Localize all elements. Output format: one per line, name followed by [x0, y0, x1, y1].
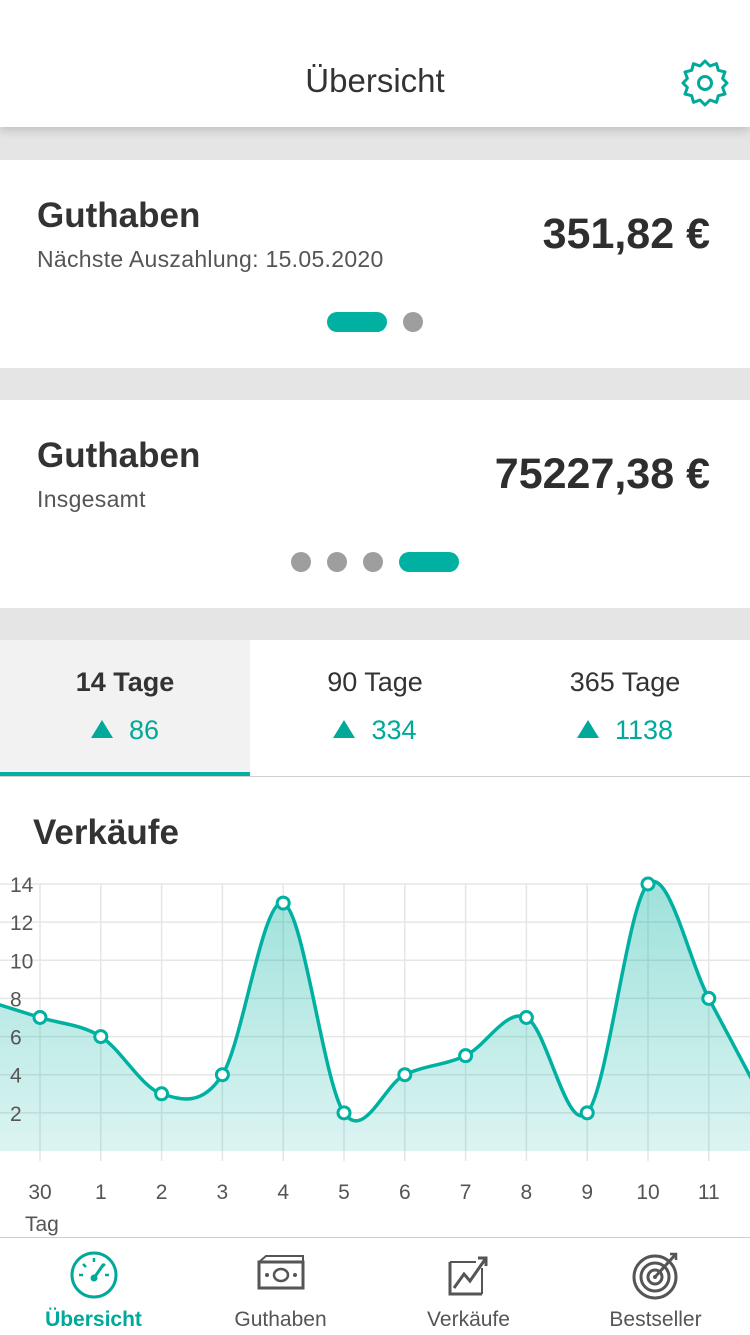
bottom-tab-bar: Übersicht Guthaben Verkäufe Bestseller — [0, 1237, 750, 1335]
y-tick-label: 10 — [10, 950, 33, 973]
tabbar-item-verkaeufe[interactable]: Verkäufe — [375, 1238, 562, 1335]
navigation-bar: Übersicht — [0, 0, 750, 127]
data-point[interactable] — [93, 1029, 109, 1045]
x-axis-label: Tag — [25, 1213, 59, 1236]
y-tick-label: 6 — [10, 1027, 22, 1050]
triangle-up-icon — [576, 720, 599, 738]
tab-value: 1138 — [614, 715, 674, 745]
tabbar-item-uebersicht[interactable]: Übersicht — [0, 1238, 187, 1335]
y-tick-label: 4 — [10, 1065, 22, 1088]
trend-chart-icon — [448, 1256, 488, 1296]
tab-90-days[interactable]: 90 Tage 334 — [250, 640, 500, 775]
triangle-up-icon — [333, 720, 356, 738]
x-tick-label: 7 — [460, 1181, 472, 1204]
data-point[interactable] — [154, 1086, 170, 1102]
data-point[interactable] — [397, 1067, 413, 1083]
sales-chart-section: Verkäufe 2 4 6 8 10 12 14 30 1 2 3 4 5 6 7 8 9 10 11 Tag — [0, 777, 750, 1237]
speedometer-icon — [70, 1251, 118, 1299]
y-tick-label: 8 — [10, 988, 22, 1011]
tab-value-row: 86 — [0, 715, 250, 746]
page-dot[interactable] — [291, 552, 311, 572]
tab-label: 365 Tage — [569, 667, 681, 697]
tabbar-label: Verkäufe — [427, 1308, 510, 1331]
x-tick-label: 6 — [399, 1181, 411, 1204]
balance-amount: 351,82 € — [542, 210, 710, 258]
data-point[interactable] — [518, 1010, 534, 1025]
x-tick-label: 30 — [28, 1181, 51, 1204]
y-tick-label: 12 — [10, 912, 33, 935]
tab-value: 334 — [371, 715, 417, 745]
page-indicator[interactable] — [0, 312, 750, 332]
page-dot[interactable] — [363, 552, 383, 572]
page-indicator[interactable] — [0, 552, 750, 572]
gear-icon — [681, 59, 729, 107]
page-dot-active[interactable] — [327, 312, 387, 332]
x-tick-label: 9 — [581, 1181, 593, 1204]
y-tick-label: 2 — [10, 1103, 22, 1126]
tabbar-item-bestseller[interactable]: Bestseller — [562, 1238, 749, 1335]
tab-365-days[interactable]: 365 Tage 1138 — [500, 640, 750, 775]
data-point[interactable] — [336, 1105, 352, 1121]
x-tick-label: 11 — [698, 1181, 720, 1204]
x-tick-label: 5 — [338, 1181, 350, 1204]
card-subtitle: Insgesamt — [37, 486, 146, 512]
banknote-icon — [257, 1255, 305, 1290]
page-title: Übersicht — [305, 62, 445, 99]
data-point[interactable] — [32, 1010, 48, 1025]
tab-value: 86 — [128, 715, 160, 745]
card-title: Guthaben — [37, 436, 201, 475]
x-tick-label: 3 — [217, 1181, 229, 1204]
page-dot-active[interactable] — [399, 552, 459, 572]
card-subtitle: Nächste Auszahlung: 15.05.2020 — [37, 246, 384, 272]
period-tabs: 14 Tage 86 90 Tage 334 365 Tage 1138 — [0, 640, 750, 777]
data-point[interactable] — [214, 1067, 230, 1083]
page-dot[interactable] — [327, 552, 347, 572]
data-point[interactable] — [701, 990, 717, 1006]
balance-amount: 75227,38 € — [494, 450, 710, 498]
triangle-up-icon — [90, 720, 113, 738]
balance-card-next-payout[interactable]: Guthaben Nächste Auszahlung: 15.05.2020 … — [0, 160, 750, 368]
data-point[interactable] — [458, 1048, 474, 1064]
x-tick-label: 10 — [636, 1181, 659, 1204]
x-tick-label: 1 — [95, 1181, 107, 1204]
settings-button[interactable] — [680, 58, 730, 108]
x-tick-label: 8 — [521, 1181, 533, 1204]
tab-value-row: 1138 — [500, 715, 750, 746]
page-dot[interactable] — [403, 312, 423, 332]
card-title: Guthaben — [37, 196, 201, 235]
tab-14-days[interactable]: 14 Tage 86 — [0, 640, 250, 775]
tabbar-label: Bestseller — [609, 1308, 702, 1331]
target-icon — [632, 1252, 678, 1300]
tab-label: 90 Tage — [327, 667, 423, 697]
data-point[interactable] — [275, 895, 291, 911]
tabbar-label: Übersicht — [45, 1308, 142, 1331]
data-point[interactable] — [579, 1105, 595, 1121]
tab-label: 14 Tage — [75, 667, 175, 697]
data-point[interactable] — [640, 876, 656, 892]
tabbar-item-guthaben[interactable]: Guthaben — [187, 1238, 374, 1335]
balance-card-total[interactable]: Guthaben Insgesamt 75227,38 € — [0, 400, 750, 608]
tab-value-row: 334 — [250, 715, 500, 746]
sales-chart[interactable]: 246810121430 1 2 3 4 5 6 7 8 9 10 11Tag — [0, 777, 750, 1237]
x-tick-label: 2 — [156, 1181, 168, 1204]
tabbar-label: Guthaben — [234, 1308, 327, 1331]
x-tick-label: 4 — [277, 1181, 289, 1204]
y-tick-label: 14 — [10, 874, 34, 897]
